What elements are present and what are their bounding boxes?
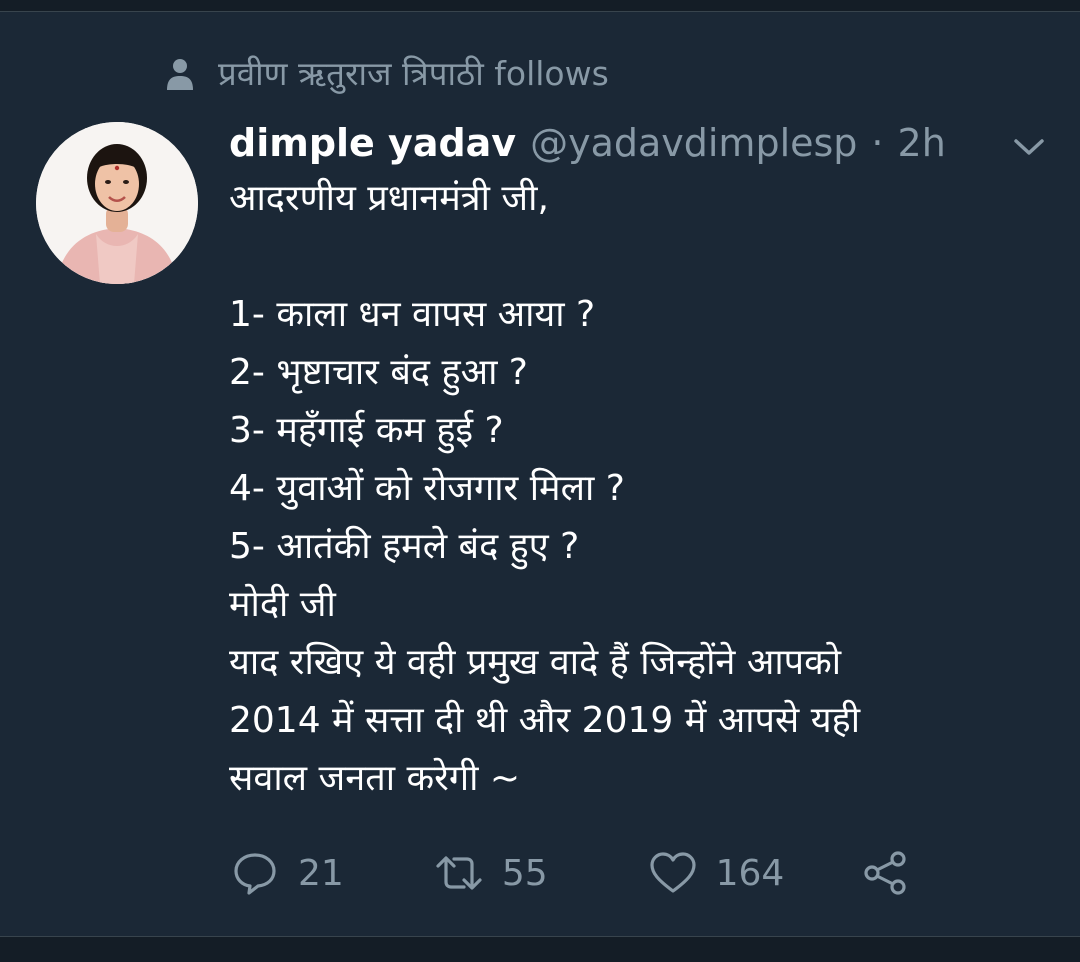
- heart-icon: [650, 852, 696, 893]
- tweet-line: सवाल जनता करेगी ~: [229, 758, 521, 799]
- reply-icon: [234, 853, 276, 895]
- retweet-icon: [436, 856, 482, 890]
- social-context-text: प्रवीण ऋतुराज त्रिपाठी follows: [218, 54, 609, 93]
- avatar[interactable]: [36, 122, 198, 284]
- tweet-line: [229, 228, 1049, 286]
- tweet-line: याद रखिए ये वही प्रमुख वादे हैं जिन्होंन…: [229, 642, 842, 683]
- social-context[interactable]: प्रवीण ऋतुराज त्रिपाठी follows: [166, 52, 609, 96]
- tweet-actions: 21 55 164: [230, 848, 910, 898]
- tweet-text: आदरणीय प्रधानमंत्री जी, 1- काला धन वापस …: [229, 170, 1049, 808]
- tweet-line: 5- आतंकी हमले बंद हुए ?: [229, 526, 580, 567]
- retweet-button[interactable]: 55: [434, 848, 548, 898]
- person-icon: [167, 59, 193, 90]
- retweet-count: 55: [501, 852, 548, 894]
- author-name[interactable]: dimple yadav: [229, 118, 516, 168]
- separator-dot: ·: [871, 121, 884, 165]
- bottom-divider: [0, 936, 1080, 962]
- reply-count: 21: [298, 852, 344, 894]
- tweet-line: 2- भृष्टाचार बंद हुआ ?: [229, 352, 528, 393]
- share-icon: [864, 851, 906, 895]
- top-divider: [0, 0, 1080, 12]
- tweet-line: 3- महँगाई कम हुई ?: [229, 410, 504, 451]
- tweet-line: 4- युवाओं को रोजगार मिला ?: [229, 468, 625, 509]
- tweet-line: 2014 में सत्ता दी थी और 2019 में आपसे यह…: [229, 700, 861, 741]
- reply-button[interactable]: 21: [230, 848, 344, 898]
- tweet-timestamp[interactable]: 2h: [898, 118, 946, 168]
- tweet-line: 1- काला धन वापस आया ?: [229, 294, 596, 335]
- chevron-down-icon[interactable]: [1010, 132, 1048, 162]
- like-button[interactable]: 164: [648, 848, 785, 898]
- tweet-line: मोदी जी: [229, 584, 336, 625]
- share-button[interactable]: [860, 848, 910, 898]
- tweet-line: आदरणीय प्रधानमंत्री जी,: [229, 178, 549, 219]
- like-count: 164: [715, 852, 785, 894]
- author-handle[interactable]: @yadavdimplesp: [530, 118, 857, 168]
- avatar-image: [36, 122, 198, 284]
- tweet-header: dimple yadav @yadavdimplesp · 2h: [229, 118, 946, 168]
